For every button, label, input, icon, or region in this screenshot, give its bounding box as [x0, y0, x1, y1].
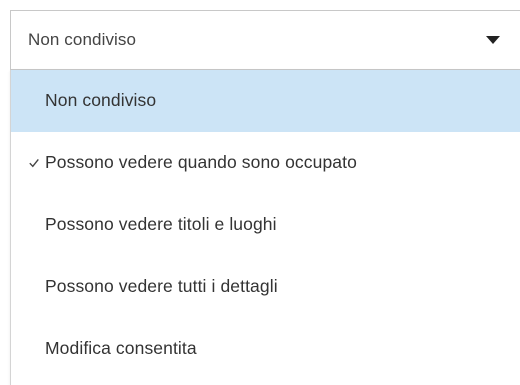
dropdown-menu: Non condiviso Possono vedere quando sono… [10, 70, 520, 385]
menu-item-non-condiviso[interactable]: Non condiviso [11, 70, 520, 132]
menu-item-label: Possono vedere titoli e luoghi [45, 214, 277, 234]
menu-item-label: Possono vedere quando sono occupato [45, 152, 357, 172]
permission-dropdown[interactable]: Non condiviso [10, 10, 520, 70]
menu-item-occupato[interactable]: Possono vedere quando sono occupato [11, 132, 520, 194]
menu-item-label: Possono vedere tutti i dettagli [45, 276, 278, 296]
menu-item-label: Non condiviso [45, 90, 157, 110]
checkmark-icon [29, 158, 39, 168]
dropdown-selected-value: Non condiviso [28, 30, 137, 49]
menu-item-tutti-dettagli[interactable]: Possono vedere tutti i dettagli [11, 256, 520, 318]
caret-down-icon[interactable] [486, 36, 500, 44]
menu-item-modifica-consentita[interactable]: Modifica consentita [11, 318, 520, 380]
menu-item-label: Modifica consentita [45, 338, 197, 358]
menu-item-titoli-luoghi[interactable]: Possono vedere titoli e luoghi [11, 194, 520, 256]
